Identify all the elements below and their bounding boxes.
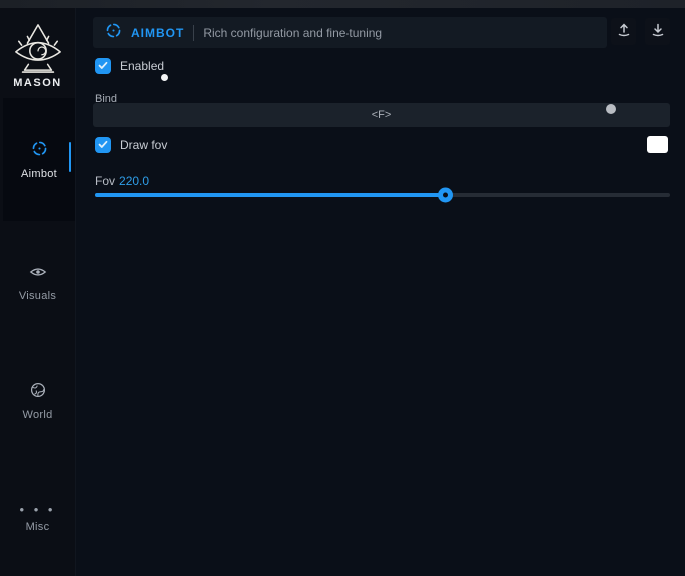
sidebar: MASON Aimbot Visuals: [0, 8, 76, 576]
app-logo: MASON: [0, 22, 75, 89]
fov-color-picker[interactable]: [647, 136, 668, 153]
draw-fov-checkbox[interactable]: [95, 137, 111, 153]
sidebar-item-label: Misc: [26, 521, 50, 533]
sidebar-item-aimbot[interactable]: Aimbot: [3, 98, 75, 221]
enabled-row: Enabled: [95, 58, 164, 74]
sidebar-item-label: Aimbot: [21, 168, 57, 180]
sidebar-item-world[interactable]: World: [0, 366, 75, 436]
enabled-checkbox[interactable]: [95, 58, 111, 74]
enabled-label: Enabled: [120, 59, 164, 73]
draw-fov-row: Draw fov: [95, 137, 167, 153]
ellipsis-icon: • • •: [20, 505, 56, 515]
cursor-dot: [161, 74, 168, 81]
game-background-strip: [0, 0, 685, 8]
header-divider: [193, 25, 194, 41]
checkmark-icon: [98, 136, 108, 154]
fov-slider-handle[interactable]: [438, 188, 453, 203]
download-config-button[interactable]: [645, 18, 670, 45]
eye-icon: [29, 265, 47, 284]
checkmark-icon: [98, 57, 108, 75]
fov-slider[interactable]: [95, 186, 670, 204]
crosshair-icon: [31, 140, 48, 162]
main-panel: AIMBOT Rich configuration and fine-tunin…: [76, 8, 685, 576]
active-tab-indicator: [69, 142, 71, 172]
sidebar-item-misc[interactable]: • • • Misc: [0, 484, 75, 554]
bind-value: <F>: [372, 109, 392, 121]
section-header: AIMBOT Rich configuration and fine-tunin…: [93, 17, 607, 48]
sidebar-item-visuals[interactable]: Visuals: [0, 248, 75, 318]
sidebar-item-label: World: [22, 409, 52, 421]
illuminati-eye-icon: [0, 22, 75, 74]
upload-config-button[interactable]: [611, 18, 636, 45]
bind-input[interactable]: <F>: [93, 103, 670, 127]
section-title: AIMBOT: [131, 26, 184, 40]
crosshair-icon: [105, 22, 122, 44]
cursor-dot: [606, 104, 616, 114]
fov-slider-fill: [95, 193, 446, 197]
logo-label: MASON: [0, 77, 75, 89]
upload-icon: [617, 23, 631, 40]
section-subtitle: Rich configuration and fine-tuning: [203, 26, 382, 40]
draw-fov-label: Draw fov: [120, 138, 167, 152]
sidebar-item-label: Visuals: [19, 290, 56, 302]
download-icon: [651, 23, 665, 40]
mason-menu-window: MASON Aimbot Visuals: [0, 0, 685, 576]
globe-icon: [30, 382, 46, 403]
